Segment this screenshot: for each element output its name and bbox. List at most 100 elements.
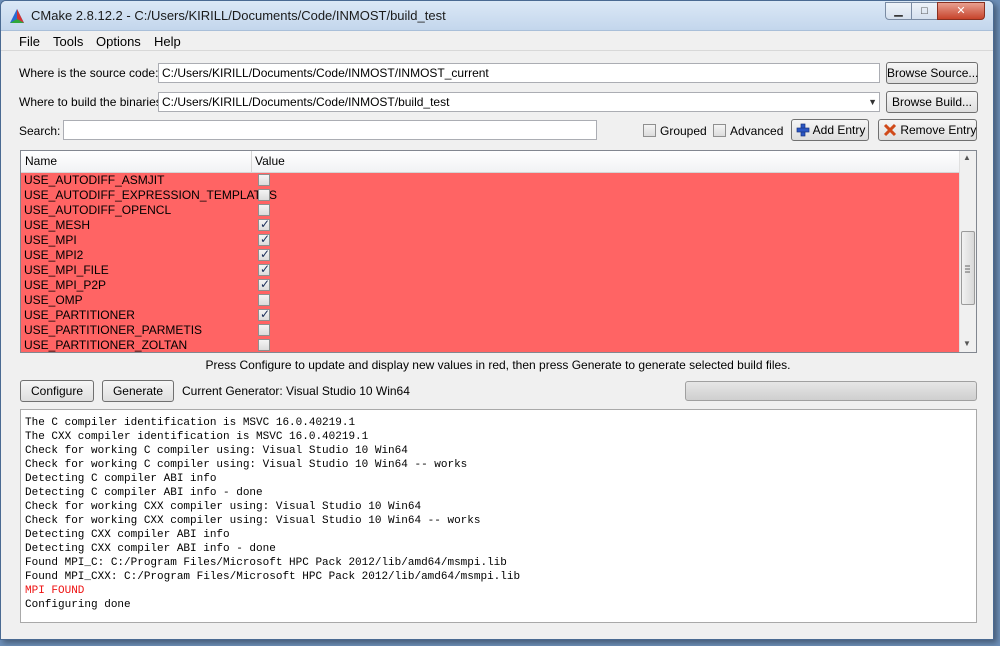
entry-name: USE_MPI [24,233,77,247]
entry-name: USE_PARTITIONER_ZOLTAN [24,338,188,352]
browse-build-button[interactable]: Browse Build... [886,91,978,113]
remove-x-icon [883,123,897,137]
table-row[interactable]: USE_PARTITIONER [21,307,960,323]
entry-name: USE_MPI2 [24,248,84,262]
column-header-name[interactable]: Name [25,154,57,168]
entry-name: USE_MESH [24,218,91,232]
cache-table: Name Value USE_AUTODIFF_ASMJIT USE_AUTODI… [20,150,977,353]
close-button[interactable]: ✕ [937,2,985,20]
table-row[interactable]: USE_MESH [21,217,960,233]
log-line: Check for working C compiler using: Visu… [25,459,468,471]
log-line: Detecting CXX compiler ABI info [25,529,230,541]
chevron-down-icon[interactable]: ▼ [868,93,877,111]
scrollbar-thumb[interactable]: ═ ═ ═ [961,231,975,305]
search-label: Search: [19,124,61,138]
entry-value-checkbox[interactable] [258,189,270,201]
cmake-window: CMake 2.8.12.2 - C:/Users/KIRILL/Documen… [0,0,994,640]
entry-value-checkbox[interactable] [258,247,270,261]
configure-button[interactable]: Configure [20,380,94,402]
log-line: Detecting CXX compiler ABI info - done [25,543,276,555]
table-row[interactable]: USE_AUTODIFF_ASMJIT [21,173,960,188]
entry-value-checkbox[interactable] [258,294,270,306]
entry-name: USE_OMP [24,293,83,307]
table-row[interactable]: USE_MPI_FILE [21,262,960,278]
plus-icon [796,123,810,137]
log-line: Detecting C compiler ABI info - done [25,487,263,499]
table-row[interactable]: USE_OMP [21,293,960,308]
table-row[interactable]: USE_AUTODIFF_EXPRESSION_TEMPLATES [21,188,960,203]
menu-bar: File Tools Options Help [1,31,993,51]
grouped-label: Grouped [660,124,707,138]
entry-name: USE_AUTODIFF_EXPRESSION_TEMPLATES [24,188,277,202]
column-header-value[interactable]: Value [255,154,285,168]
grouped-checkbox[interactable] [643,124,656,137]
maximize-button[interactable]: □ [911,2,938,20]
entry-value-checkbox[interactable] [258,339,270,351]
title-bar[interactable]: CMake 2.8.12.2 - C:/Users/KIRILL/Documen… [1,1,993,31]
browse-source-button[interactable]: Browse Source... [886,62,978,84]
advanced-label: Advanced [730,124,784,138]
add-entry-button[interactable]: Add Entry [791,119,869,141]
log-line: Found MPI_CXX: C:/Program Files/Microsof… [25,571,521,583]
entry-value-checkbox[interactable] [258,277,270,291]
entry-name: USE_MPI_FILE [24,263,109,277]
source-path-input[interactable]: C:/Users/KIRILL/Documents/Code/INMOST/IN… [158,63,880,83]
table-body: USE_AUTODIFF_ASMJIT USE_AUTODIFF_EXPRESSI… [21,173,960,352]
log-line: MPI FOUND [25,585,85,597]
minimize-button[interactable]: ▁ [885,2,912,20]
menu-file-label: File [19,34,40,49]
remove-entry-button[interactable]: Remove Entry [878,119,977,141]
table-row[interactable]: USE_MPI2 [21,247,960,263]
entry-name: USE_PARTITIONER_PARMETIS [24,323,203,337]
entry-value-checkbox[interactable] [258,204,270,216]
log-line: The C compiler identification is MSVC 16… [25,417,356,429]
menu-help-label: Help [154,34,181,49]
table-row[interactable]: USE_PARTITIONER_PARMETIS [21,323,960,338]
search-input[interactable] [63,120,597,140]
log-line: Configuring done [25,599,131,611]
log-line: Check for working CXX compiler using: Vi… [25,501,422,513]
menu-options-label: Options [96,34,141,49]
menu-file[interactable]: File [19,34,40,49]
table-header: Name Value [21,151,960,173]
menu-tools[interactable]: Tools [53,34,83,49]
menu-help[interactable]: Help [154,34,181,49]
log-line: The CXX compiler identification is MSVC … [25,431,369,443]
output-log[interactable]: The C compiler identification is MSVC 16… [20,409,977,623]
table-row[interactable]: USE_PARTITIONER_ZOLTAN [21,338,960,352]
window-title: CMake 2.8.12.2 - C:/Users/KIRILL/Documen… [31,8,446,23]
scroll-up-icon[interactable]: ▲ [963,153,971,162]
scroll-down-icon[interactable]: ▼ [963,339,971,348]
add-entry-label: Add Entry [812,123,866,137]
binaries-path-value: C:/Users/KIRILL/Documents/Code/INMOST/bu… [162,95,450,109]
source-label: Where is the source code: [19,66,159,80]
entry-value-checkbox[interactable] [258,307,270,321]
table-row[interactable]: USE_MPI_P2P [21,277,960,293]
remove-entry-label: Remove Entry [900,123,977,137]
entry-value-checkbox[interactable] [258,232,270,246]
entry-name: USE_MPI_P2P [24,278,107,292]
entry-name: USE_AUTODIFF_OPENCL [24,203,172,217]
progress-bar [685,381,977,401]
generate-button[interactable]: Generate [102,380,174,402]
advanced-checkbox[interactable] [713,124,726,137]
menu-tools-label: Tools [53,34,84,49]
binaries-label: Where to build the binaries: [19,95,166,109]
configure-hint: Press Configure to update and display ne… [205,358,791,372]
menu-options[interactable]: Options [96,34,141,49]
table-row[interactable]: USE_MPI [21,232,960,248]
current-generator: Current Generator: Visual Studio 10 Win6… [182,384,410,398]
table-row[interactable]: USE_AUTODIFF_OPENCL [21,203,960,218]
entry-name: USE_AUTODIFF_ASMJIT [24,173,165,187]
log-line: Found MPI_C: C:/Program Files/Microsoft … [25,557,507,569]
grip-icon: ═ ═ ═ [965,263,970,276]
log-line: Check for working CXX compiler using: Vi… [25,515,481,527]
entry-value-checkbox[interactable] [258,324,270,336]
entry-value-checkbox[interactable] [258,174,270,186]
binaries-path-combo[interactable]: C:/Users/KIRILL/Documents/Code/INMOST/bu… [158,92,880,112]
entry-name: USE_PARTITIONER [24,308,135,322]
entry-value-checkbox[interactable] [258,262,270,276]
entry-value-checkbox[interactable] [258,217,270,231]
table-scrollbar[interactable]: ▲ ═ ═ ═ ▼ [959,151,976,352]
column-divider[interactable] [251,151,252,173]
